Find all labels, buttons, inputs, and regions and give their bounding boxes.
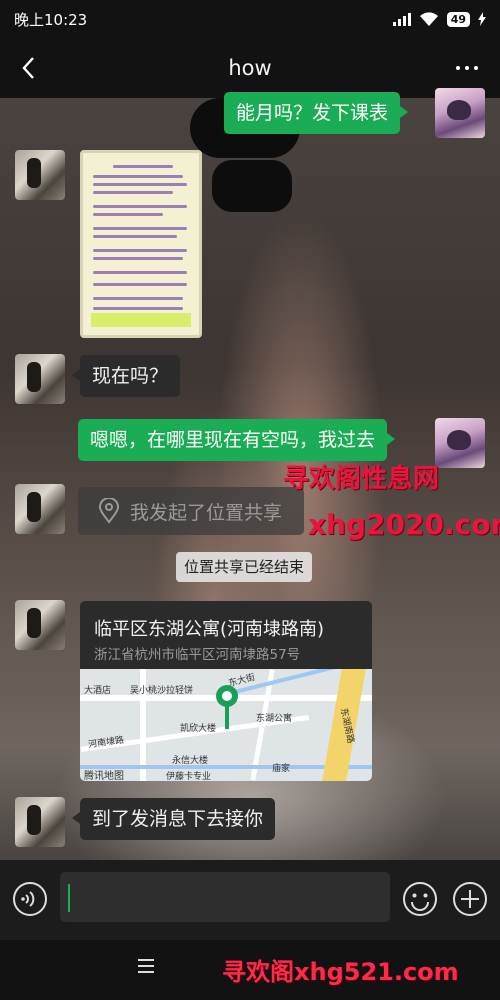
location-card[interactable]: 临平区东湖公寓(河南埭路南) 浙江省杭州市临平区河南埭路57号 大酒店 吴小桃沙… [80, 601, 372, 781]
outgoing-message[interactable]: 嗯嗯，在哪里现在有空吗，我过去 [78, 419, 396, 461]
title-bar: how [0, 38, 500, 98]
outgoing-message[interactable]: 能月吗？发下课表 [224, 92, 409, 134]
menu-icon[interactable] [138, 959, 154, 973]
my-avatar[interactable] [435, 88, 485, 138]
map-label: 伊藤卡专业 [166, 772, 212, 781]
status-bar: 晚上10:23 49 [0, 0, 500, 38]
emoji-icon[interactable] [402, 881, 438, 917]
back-arrow-icon[interactable] [16, 54, 44, 82]
map-label: 永信大楼 [172, 756, 209, 766]
map-preview[interactable]: 大酒店 吴小桃沙拉轻饼 东大街 凯欣大楼 东湖公寓 河南埭路 永信大楼 腾讯地图… [80, 669, 372, 781]
battery-icon: 49 [446, 11, 470, 27]
incoming-message[interactable]: 现在吗？ [71, 355, 181, 397]
contact-avatar[interactable] [15, 600, 65, 650]
shared-image[interactable] [80, 150, 202, 338]
map-label: 河南埭路 [87, 735, 125, 751]
watermark-footer: 寻欢阁xhg521.com [222, 958, 459, 986]
contact-avatar[interactable] [15, 150, 65, 200]
contact-avatar[interactable] [15, 484, 65, 534]
my-avatar[interactable] [435, 418, 485, 468]
map-label: 凯欣大楼 [180, 724, 217, 734]
map-label: 大酒店 [84, 686, 112, 696]
location-share-text: 我发起了位置共享 [130, 501, 283, 524]
map-pin-icon [216, 685, 238, 729]
location-share-message[interactable]: 我发起了位置共享 [78, 487, 304, 535]
location-pin-icon [98, 498, 120, 524]
status-time: 晚上10:23 [14, 10, 88, 29]
map-label: 东湖公寓 [256, 714, 293, 724]
signal-icon [392, 12, 411, 26]
charging-icon [478, 12, 486, 26]
plus-icon[interactable] [452, 881, 488, 917]
watermark-url: xhg2020.com [308, 508, 500, 541]
status-icons: 49 [392, 11, 486, 27]
map-label: 庙家 [272, 764, 291, 774]
more-options-icon[interactable] [456, 66, 478, 70]
message-input[interactable] [60, 872, 390, 922]
background-shoe [212, 160, 292, 212]
system-note: 位置共享已经结束 [176, 552, 313, 582]
location-title: 临平区东湖公寓(河南埭路南) [94, 619, 325, 640]
watermark-text: 寻欢阁性息网 [283, 464, 440, 494]
location-address: 浙江省杭州市临平区河南埭路57号 [94, 647, 301, 663]
incoming-message[interactable]: 到了发消息下去接你 [71, 798, 276, 840]
map-label: 吴小桃沙拉轻饼 [130, 686, 194, 696]
contact-avatar[interactable] [15, 797, 65, 847]
map-label: 腾讯地图 [84, 771, 124, 781]
contact-avatar[interactable] [15, 354, 65, 404]
text-caret [68, 884, 70, 912]
chat-title: how [228, 56, 272, 80]
wifi-icon [419, 12, 438, 26]
voice-icon[interactable] [12, 881, 48, 917]
